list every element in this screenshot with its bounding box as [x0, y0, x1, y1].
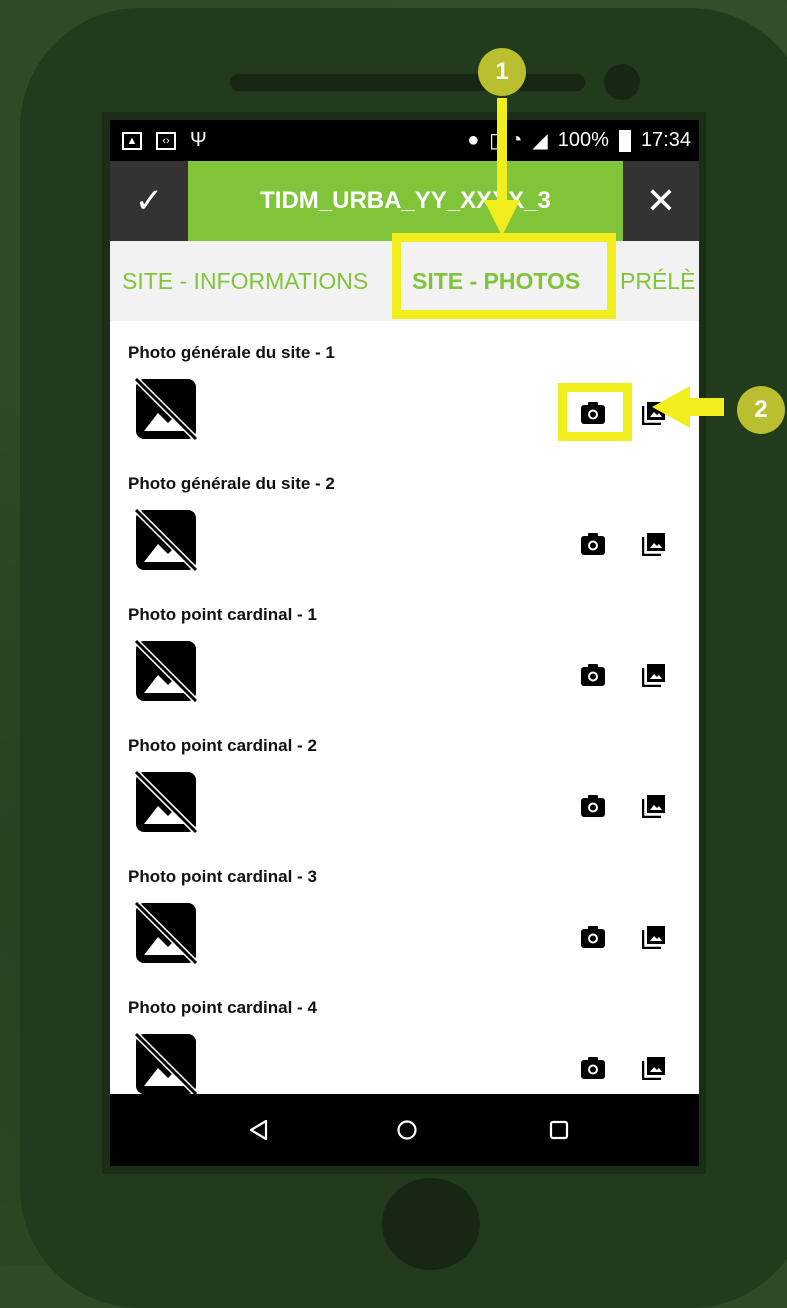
arrow-1-shaft	[497, 98, 507, 210]
arrow-2-head	[652, 386, 690, 428]
arrow-1-head	[484, 200, 520, 236]
step-badge-2: 2	[737, 386, 785, 434]
step-badge-1: 1	[478, 48, 526, 96]
highlight-tab-photos	[392, 233, 616, 319]
highlight-camera-button	[558, 383, 632, 441]
annotation-arrows	[484, 98, 724, 428]
